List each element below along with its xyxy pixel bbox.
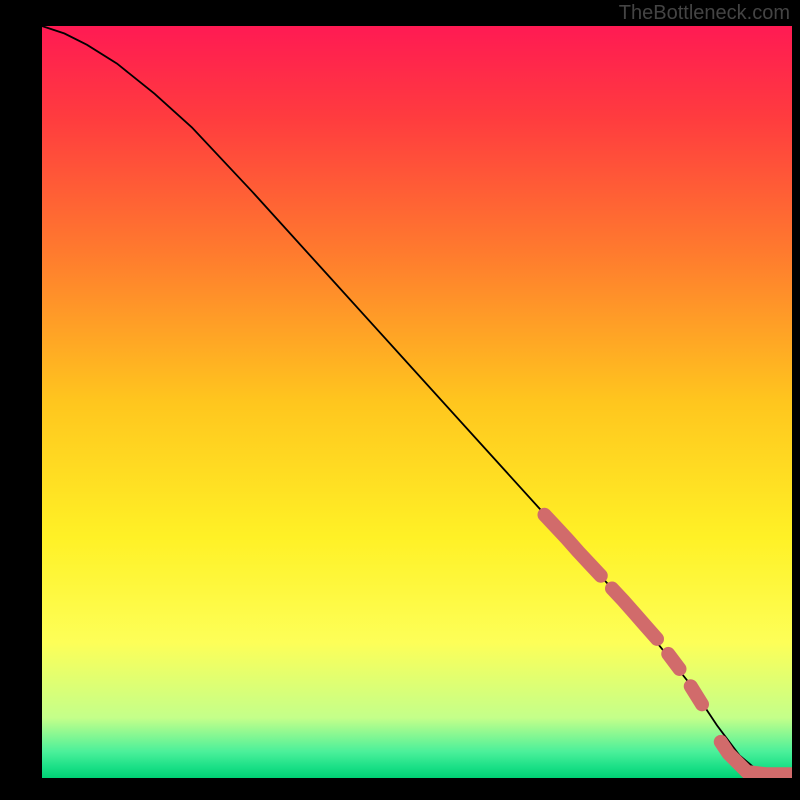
chart-svg — [42, 26, 792, 778]
chart-frame: TheBottleneck.com — [0, 0, 800, 800]
chart-plot-area — [42, 26, 792, 778]
highlight-marker-segment — [691, 686, 702, 704]
highlight-marker-segment — [668, 654, 679, 669]
watermark-text: TheBottleneck.com — [619, 2, 790, 25]
